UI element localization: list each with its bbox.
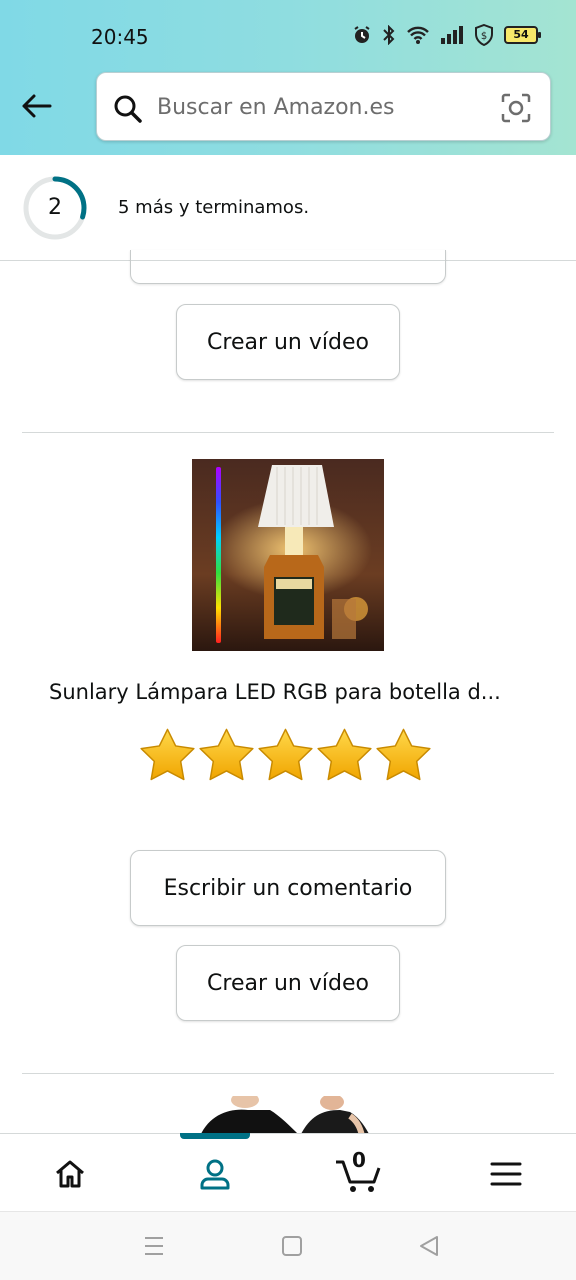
status-icons: $ 54 [352,24,541,46]
product-image[interactable] [192,459,384,651]
camera-scan-icon[interactable] [500,92,532,124]
status-time: 20:45 [91,25,149,49]
nav-cart[interactable]: 0 [334,1148,384,1194]
star-icon[interactable] [256,726,315,782]
back-triangle-icon[interactable] [418,1234,440,1258]
arrow-left-icon [22,94,52,118]
star-icon[interactable] [197,726,256,782]
progress-count: 2 [48,195,62,220]
search-bar[interactable] [96,72,551,141]
write-review-button[interactable]: Escribir un comentario [130,850,446,926]
back-button[interactable] [18,88,54,124]
recent-apps-icon[interactable] [143,1234,165,1258]
battery-indicator: 54 [504,26,541,44]
next-product-image[interactable] [200,1096,370,1136]
search-icon [114,95,142,123]
active-tab-indicator [180,1133,250,1139]
shield-dollar-icon: $ [475,24,493,46]
star-rating[interactable] [138,726,433,782]
wifi-icon [407,26,429,44]
alarm-icon [354,26,370,43]
home-square-icon[interactable] [281,1234,303,1258]
signal-icon [441,26,463,44]
divider [22,1073,554,1074]
cart-count: 0 [352,1148,366,1172]
nav-home[interactable] [48,1154,92,1194]
progress-section: 2 5 más y terminamos. [0,155,576,261]
home-icon [56,1160,84,1188]
star-icon[interactable] [138,726,197,782]
star-icon[interactable] [315,726,374,782]
divider [22,432,554,433]
bottom-navigation: 0 [0,1133,576,1211]
previous-review-button-partial[interactable] [130,250,446,284]
progress-message: 5 más y terminamos. [118,197,310,218]
create-video-button[interactable]: Crear un vídeo [176,304,400,380]
menu-icon [490,1162,522,1186]
account-icon [200,1159,230,1190]
header: 20:45 $ 54 [0,0,576,155]
search-input[interactable] [157,91,487,123]
star-icon[interactable] [374,726,433,782]
nav-account[interactable] [193,1154,237,1194]
product-title[interactable]: Sunlary Lámpara LED RGB para botella d..… [49,680,529,704]
create-video-button[interactable]: Crear un vídeo [176,945,400,1021]
svg-text:$: $ [481,31,487,42]
nav-menu[interactable] [484,1154,528,1194]
bluetooth-icon [383,25,395,45]
system-navigation [0,1211,576,1280]
